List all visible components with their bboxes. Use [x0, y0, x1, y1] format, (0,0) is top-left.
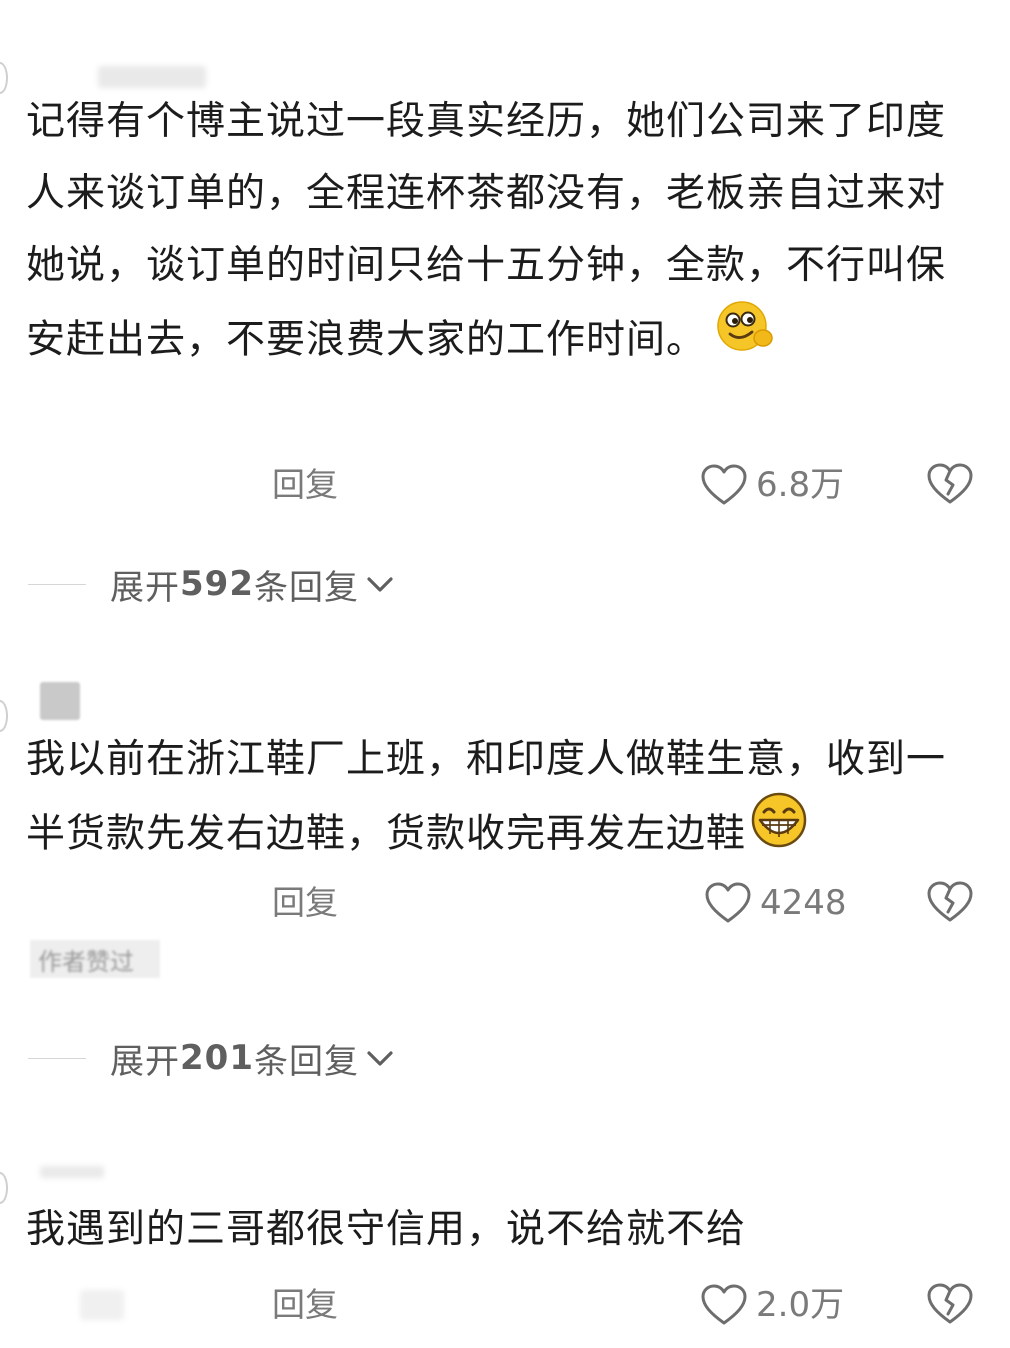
dislike-button[interactable]: [926, 880, 974, 928]
smirk-emoji-icon: [714, 298, 774, 378]
like-button[interactable]: 6.8万: [700, 460, 844, 510]
expand-replies-button[interactable]: 展开 592 条回复: [110, 560, 395, 608]
username-blurred[interactable]: [40, 682, 80, 720]
like-button[interactable]: 4248: [704, 878, 847, 928]
avatar-edge[interactable]: [0, 700, 8, 732]
expand-suffix: 条回复: [253, 1041, 359, 1082]
comment-actions: 回复 6.8万: [0, 460, 1010, 510]
broken-heart-icon: [926, 1283, 974, 1330]
comment-text: 记得有个博主说过一段真实经历，她们公司来了印度人来谈订单的，全程连杯茶都没有，老…: [26, 86, 976, 382]
broken-heart-icon: [926, 881, 974, 928]
divider: [28, 584, 86, 585]
avatar-edge[interactable]: [0, 1172, 8, 1204]
comment-body: 记得有个博主说过一段真实经历，她们公司来了印度人来谈订单的，全程连杯茶都没有，老…: [26, 99, 947, 363]
comment-actions: 回复 4248: [0, 878, 1010, 928]
like-count: 4248: [760, 883, 847, 923]
expand-replies-button[interactable]: 展开 201 条回复: [110, 1034, 395, 1082]
expand-suffix: 条回复: [253, 567, 359, 608]
avatar-edge[interactable]: [0, 62, 8, 94]
expand-replies-row: 展开 592 条回复: [0, 560, 1010, 608]
heart-icon: [700, 463, 748, 507]
dislike-button[interactable]: [926, 462, 974, 510]
like-count: 6.8万: [756, 465, 845, 505]
chevron-down-icon: [367, 1051, 393, 1066]
username-blurred[interactable]: [98, 66, 206, 88]
expand-replies-row: 展开 201 条回复: [0, 1034, 1010, 1082]
dislike-button[interactable]: [926, 1282, 974, 1330]
reply-button[interactable]: 回复: [272, 460, 338, 510]
comment-text: 我遇到的三哥都很守信用，说不给就不给: [26, 1194, 976, 1266]
grin-emoji-icon: [748, 792, 810, 872]
comment-actions: 回复 2.0万: [0, 1280, 1010, 1330]
like-button[interactable]: 2.0万: [700, 1280, 844, 1330]
author-liked-badge: 作者赞过: [30, 940, 160, 978]
reply-button[interactable]: 回复: [272, 878, 338, 928]
chevron-down-icon: [367, 577, 393, 592]
broken-heart-icon: [926, 463, 974, 510]
expand-prefix: 展开: [110, 567, 180, 608]
like-count: 2.0万: [756, 1285, 845, 1325]
comment-body: 我遇到的三哥都很守信用，说不给就不给: [26, 1207, 747, 1252]
username-blurred[interactable]: [40, 1166, 104, 1178]
heart-icon: [704, 881, 752, 925]
reply-count: 592: [180, 564, 254, 604]
reply-count: 201: [180, 1038, 254, 1078]
heart-icon: [700, 1283, 748, 1327]
comment-text: 我以前在浙江鞋厂上班，和印度人做鞋生意，收到一半货款先发右边鞋，货款收完再发左边…: [26, 724, 976, 876]
expand-prefix: 展开: [110, 1041, 180, 1082]
comment-list: 记得有个博主说过一段真实经历，她们公司来了印度人来谈订单的，全程连杯茶都没有，老…: [0, 0, 1010, 1348]
reply-button[interactable]: 回复: [272, 1280, 338, 1330]
divider: [28, 1058, 86, 1059]
